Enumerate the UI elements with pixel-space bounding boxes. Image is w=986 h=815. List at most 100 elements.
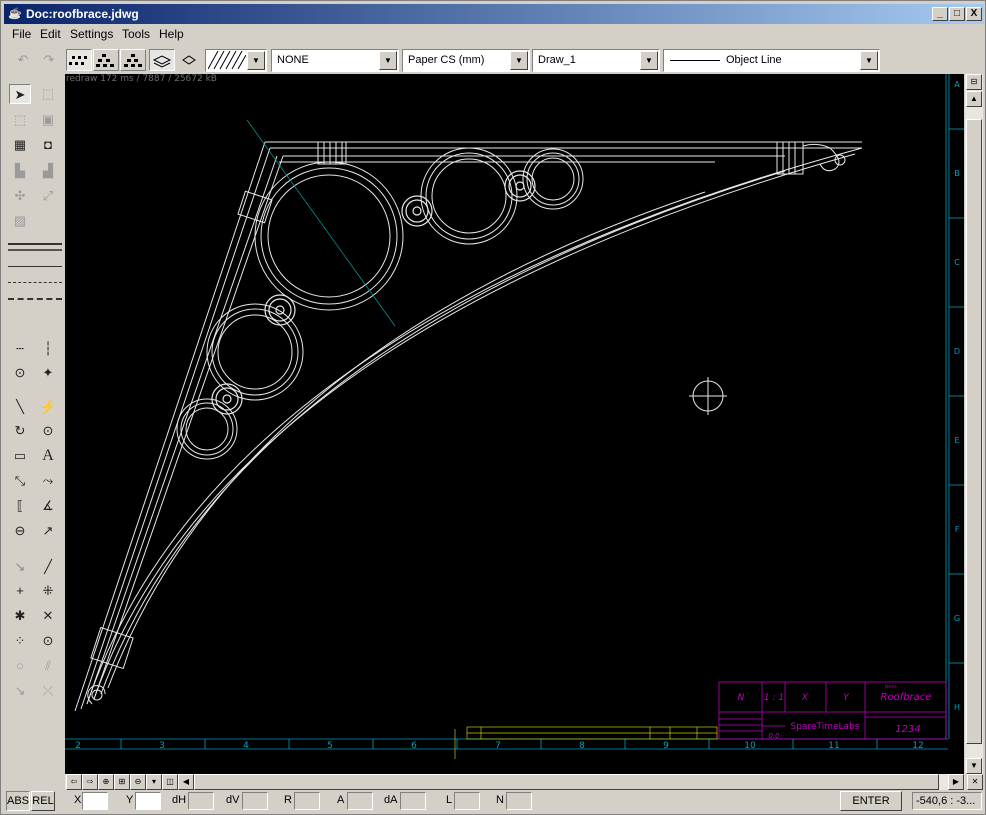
fillet-icon[interactable]: ✱ [9, 606, 31, 626]
grid-point-icon[interactable]: ⁜ [37, 581, 59, 601]
minimize-button[interactable]: _ [932, 7, 948, 21]
chevron-down-icon[interactable]: ▼ [247, 51, 265, 70]
radius-dimension-icon[interactable]: ↗ [37, 521, 59, 541]
hatch-icon[interactable]: ▨ [9, 211, 31, 231]
rotate-icon[interactable]: ○ [9, 656, 31, 676]
fill-select[interactable]: NONE ▼ [271, 49, 399, 72]
point-tool-icon[interactable]: + [9, 581, 31, 601]
pan-left-icon[interactable]: ⇦ [66, 774, 82, 790]
linetype-select[interactable]: Object Line ▼ [663, 49, 880, 72]
undo-icon[interactable]: ↶ [12, 50, 34, 70]
move-tool-icon[interactable]: ↘ [9, 557, 31, 577]
snap-toggle-button[interactable] [176, 49, 202, 71]
stretch-tool-icon[interactable]: ╱ [37, 557, 59, 577]
layers-button[interactable] [149, 49, 175, 71]
linewidth-medium[interactable] [8, 249, 62, 251]
scroll-left-icon[interactable]: ◀ [178, 774, 194, 790]
select-window-icon[interactable]: ⬚ [37, 84, 59, 104]
dh-input[interactable] [188, 792, 214, 810]
grid-coarse-button[interactable] [120, 49, 146, 71]
dv-input[interactable] [242, 792, 268, 810]
zoom-out-icon[interactable]: ⊖ [130, 774, 146, 790]
chamfer-icon[interactable]: ⤫ [37, 681, 59, 701]
group-icon[interactable]: ▙ [9, 161, 31, 181]
title-bar: ☕ Doc:roofbrace.jdwg _ □ X [4, 4, 984, 24]
chevron-down-icon[interactable]: ▼ [510, 51, 528, 70]
copy-clip-icon[interactable]: ▦ [9, 135, 31, 155]
linear-dimension-icon[interactable]: ⟦ [9, 496, 31, 516]
layer-select[interactable]: Draw_1 ▼ [532, 49, 660, 72]
abs-toggle[interactable]: ABS [6, 791, 30, 811]
scroll-down-icon[interactable]: ▼ [966, 758, 982, 774]
diameter-dimension-icon[interactable]: ⊖ [9, 521, 31, 541]
scroll-right-icon[interactable]: ▶ [948, 774, 964, 790]
x-input[interactable] [82, 792, 108, 810]
vertical-scroll-thumb[interactable] [966, 119, 982, 744]
angle-dimension-icon[interactable]: ∡ [37, 496, 59, 516]
menu-settings[interactable]: Settings [70, 27, 113, 41]
pan-right-icon[interactable]: ⇨ [82, 774, 98, 790]
linestyle-dash-dot[interactable] [8, 282, 62, 283]
snap-point-icon[interactable]: ✦ [37, 363, 59, 383]
maximize-button[interactable]: □ [949, 7, 965, 21]
y-input[interactable] [135, 792, 161, 810]
snap-center-icon[interactable]: ⊙ [9, 363, 31, 383]
explode-icon[interactable]: ✣ [9, 186, 31, 206]
paste-clip-icon[interactable]: ◘ [37, 135, 59, 155]
chevron-down-icon[interactable]: ▼ [640, 51, 658, 70]
trim-icon[interactable]: ✕ [37, 606, 59, 626]
menu-tools[interactable]: Tools [122, 27, 150, 41]
drawing-canvas[interactable]: 2 3 4 5 6 7 8 9 10 11 12 N 1: 1 X Y Roo… [65, 74, 948, 774]
snap-vertical-icon[interactable]: ┆ [37, 339, 59, 359]
arc-tool-icon[interactable]: ↻ [9, 421, 31, 441]
chevron-down-icon[interactable]: ▼ [860, 51, 878, 70]
linestyle-dashed[interactable] [8, 298, 62, 300]
menu-help[interactable]: Help [159, 27, 184, 41]
enter-button[interactable]: ENTER [840, 791, 902, 811]
offset-icon[interactable]: ⊙ [37, 631, 59, 651]
extend-icon[interactable]: ↘ [9, 681, 31, 701]
scroll-up-icon[interactable]: ▲ [966, 91, 982, 107]
line-tool-icon[interactable]: ╲ [9, 397, 31, 417]
linewidth-thin[interactable] [8, 266, 62, 267]
ungroup-icon[interactable]: ▟ [37, 161, 59, 181]
rel-toggle[interactable]: REL [31, 791, 55, 811]
horizontal-scrollbar[interactable]: ⇦ ⇨ ⊕ ⊞ ⊖ ▾ ◫ ◀ ▶ [65, 774, 965, 790]
chevron-down-icon[interactable]: ▼ [379, 51, 397, 70]
snap-horizontal-icon[interactable]: ┄ [9, 339, 31, 359]
n-input[interactable] [506, 792, 532, 810]
text-tool-icon[interactable]: A [37, 446, 59, 466]
horizontal-scroll-thumb[interactable] [194, 774, 939, 790]
zoom-in-icon[interactable]: ⊕ [98, 774, 114, 790]
select-arrow-icon[interactable]: ➤ [9, 84, 31, 104]
menu-edit[interactable]: Edit [40, 27, 61, 41]
spline-tool-icon[interactable]: ⤳ [37, 471, 59, 491]
linewidth-thick[interactable] [8, 243, 62, 245]
grid-fine-button[interactable] [66, 49, 92, 71]
break-icon[interactable]: ⁘ [9, 631, 31, 651]
split-view-icon[interactable]: ⊟ [966, 74, 982, 90]
vertical-scrollbar[interactable]: ⊟ ▲ ▼ [965, 74, 983, 774]
polyline-tool-icon[interactable]: ⚡ [37, 397, 59, 417]
coordinate-system-select[interactable]: Paper CS (mm) ▼ [402, 49, 530, 72]
scale-icon[interactable]: ⤢ [37, 186, 59, 206]
menu-file[interactable]: File [12, 27, 31, 41]
rectangle-tool-icon[interactable]: ▭ [9, 446, 31, 466]
hatch-pattern-select[interactable]: ▼ [205, 49, 267, 72]
l-input[interactable] [454, 792, 480, 810]
a-input[interactable] [347, 792, 373, 810]
select-all-icon[interactable]: ▣ [37, 110, 59, 130]
da-input[interactable] [400, 792, 426, 810]
close-view-icon[interactable]: ✕ [967, 774, 983, 790]
dimension-tool-icon[interactable]: ⤡ [9, 471, 31, 491]
zoom-window-icon[interactable]: ⊞ [114, 774, 130, 790]
grid-medium-button[interactable] [93, 49, 119, 71]
r-input[interactable] [294, 792, 320, 810]
circle-tool-icon[interactable]: ⊙ [37, 421, 59, 441]
select-crossing-icon[interactable]: ⬚ [9, 110, 31, 130]
redo-icon[interactable]: ↷ [38, 50, 60, 70]
zoom-menu-icon[interactable]: ▾ [146, 774, 162, 790]
page-view-icon[interactable]: ◫ [162, 774, 178, 790]
close-button[interactable]: X [966, 7, 982, 21]
mirror-icon[interactable]: ⫽ [37, 656, 59, 676]
